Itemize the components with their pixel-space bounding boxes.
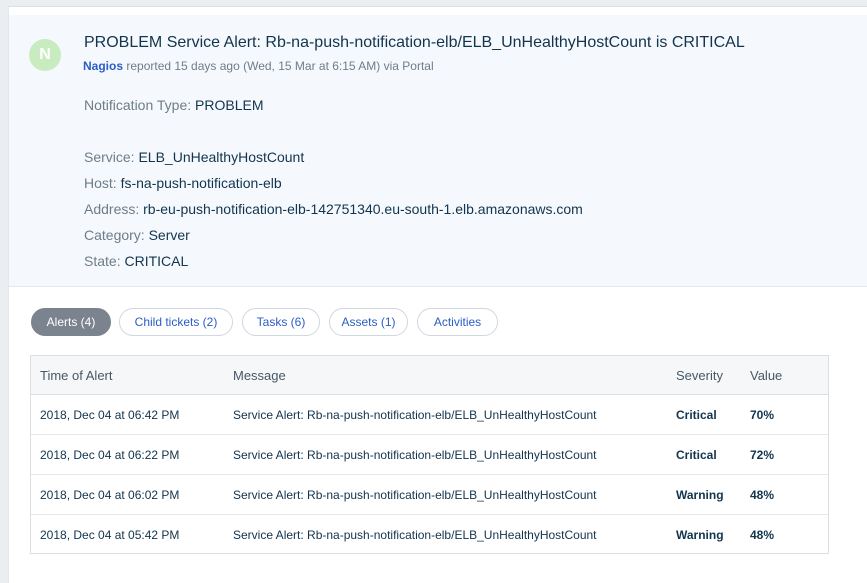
tab-activities[interactable]: Activities: [417, 308, 498, 336]
cell-severity: Critical: [676, 448, 717, 462]
field-value: Server: [148, 227, 190, 243]
avatar[interactable]: N: [29, 39, 61, 71]
tab-child-tickets[interactable]: Child tickets (2): [119, 308, 233, 336]
field-label: Category:: [84, 227, 145, 243]
alerts-table: Time of Alert Message Severity Value 201…: [30, 355, 829, 554]
ticket-card: N PROBLEM Service Alert: Rb-na-push-noti…: [8, 6, 867, 583]
table-row[interactable]: 2018, Dec 04 at 06:02 PM Service Alert: …: [31, 475, 828, 515]
cell-time: 2018, Dec 04 at 05:42 PM: [40, 528, 180, 542]
table-row[interactable]: 2018, Dec 04 at 05:42 PM Service Alert: …: [31, 515, 828, 555]
field-address: Address: rb-eu-push-notification-elb-142…: [84, 201, 583, 217]
field-state: State: CRITICAL: [84, 253, 188, 269]
field-category: Category: Server: [84, 227, 190, 243]
field-label: State:: [84, 253, 121, 269]
cell-message: Service Alert: Rb-na-push-notification-e…: [233, 448, 597, 462]
table-row[interactable]: 2018, Dec 04 at 06:42 PM Service Alert: …: [31, 395, 828, 435]
column-header-time: Time of Alert: [40, 368, 113, 383]
cell-message: Service Alert: Rb-na-push-notification-e…: [233, 408, 597, 422]
ticket-title: PROBLEM Service Alert: Rb-na-push-notifi…: [84, 34, 745, 51]
field-label: Notification Type:: [84, 97, 192, 113]
column-header-value: Value: [750, 368, 783, 383]
cell-value: 72%: [750, 448, 775, 462]
cell-value: 48%: [750, 528, 775, 542]
field-value: rb-eu-push-notification-elb-142751340.eu…: [143, 201, 583, 217]
cell-severity: Warning: [676, 488, 724, 502]
field-label: Service:: [84, 149, 135, 165]
column-header-message: Message: [233, 368, 286, 383]
field-value: ELB_UnHealthyHostCount: [138, 149, 305, 165]
cell-value: 70%: [750, 408, 775, 422]
tab-assets[interactable]: Assets (1): [329, 308, 408, 336]
field-label: Address:: [84, 201, 140, 217]
agent-link[interactable]: Nagios: [83, 59, 123, 73]
field-value: fs-na-push-notification-elb: [120, 175, 282, 191]
field-label: Host:: [84, 175, 117, 191]
field-host: Host: fs-na-push-notification-elb: [84, 175, 282, 191]
field-value: PROBLEM: [195, 97, 264, 113]
cell-severity: Critical: [676, 408, 717, 422]
field-value: CRITICAL: [124, 253, 189, 269]
cell-severity: Warning: [676, 528, 724, 542]
table-header: Time of Alert Message Severity Value: [31, 356, 828, 395]
cell-time: 2018, Dec 04 at 06:02 PM: [40, 488, 180, 502]
cell-value: 48%: [750, 488, 775, 502]
cell-message: Service Alert: Rb-na-push-notification-e…: [233, 528, 597, 542]
cell-message: Service Alert: Rb-na-push-notification-e…: [233, 488, 597, 502]
ticket-header: N PROBLEM Service Alert: Rb-na-push-noti…: [9, 15, 867, 287]
field-notification-type: Notification Type: PROBLEM: [84, 97, 264, 113]
field-service: Service: ELB_UnHealthyHostCount: [84, 149, 304, 165]
table-row[interactable]: 2018, Dec 04 at 06:22 PM Service Alert: …: [31, 435, 828, 475]
tab-alerts[interactable]: Alerts (4): [31, 308, 111, 336]
cell-time: 2018, Dec 04 at 06:22 PM: [40, 448, 180, 462]
tab-tasks[interactable]: Tasks (6): [242, 308, 320, 336]
meta-text: reported 15 days ago (Wed, 15 Mar at 6:1…: [123, 59, 434, 73]
column-header-severity: Severity: [676, 368, 723, 383]
cell-time: 2018, Dec 04 at 06:42 PM: [40, 408, 180, 422]
ticket-meta: Nagios reported 15 days ago (Wed, 15 Mar…: [83, 59, 434, 73]
